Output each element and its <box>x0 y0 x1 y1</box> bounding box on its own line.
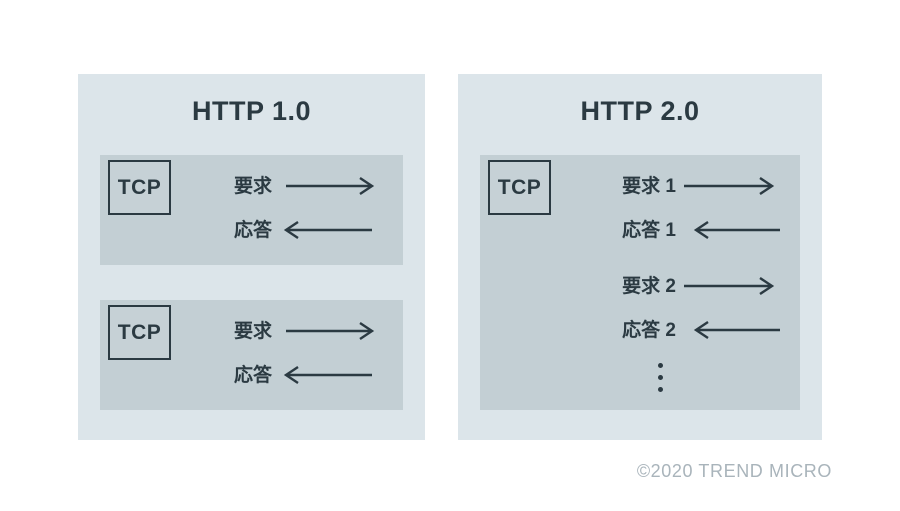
message-label: 応答 2 <box>622 319 676 341</box>
diagram-canvas: HTTP 1.0 TCP 要求 応答 TCP 要求 応答 HTTP 2.0 TC… <box>0 0 900 511</box>
arrow-left-icon <box>283 366 372 384</box>
message-label: 要求 2 <box>622 275 676 297</box>
message-row: 要求 2 <box>580 271 790 301</box>
tcp-box-label: TCP <box>117 321 162 344</box>
tcp-connection-block: TCP 要求 応答 <box>100 300 403 410</box>
arrow-right-icon <box>684 277 775 295</box>
panel-http-1-0: HTTP 1.0 TCP 要求 応答 TCP 要求 応答 <box>78 74 425 440</box>
panel-title-http-1-0: HTTP 1.0 <box>191 96 312 126</box>
message-label: 応答 <box>233 364 272 386</box>
tcp-box-label: TCP <box>117 176 162 199</box>
message-row: 応答 <box>200 215 390 245</box>
arrow-right-icon <box>286 177 375 195</box>
tcp-connection-block: TCP 要求 1 応答 1 要求 2 応答 2 <box>480 155 800 410</box>
message-row: 応答 1 <box>580 215 790 245</box>
arrow-left-icon <box>693 221 780 239</box>
tcp-box: TCP <box>488 160 551 215</box>
message-row: 応答 <box>200 360 390 390</box>
copyright-text: ©2020 TREND MICRO <box>636 461 832 481</box>
arrow-left-icon <box>693 321 780 339</box>
message-row: 要求 <box>200 171 390 201</box>
panel-http-2-0: HTTP 2.0 TCP 要求 1 応答 1 要求 2 応答 2 <box>458 74 822 440</box>
tcp-box-label: TCP <box>497 176 542 199</box>
message-label: 応答 1 <box>622 219 676 241</box>
message-label: 要求 <box>233 175 272 197</box>
arrow-right-icon <box>286 322 375 340</box>
tcp-connection-block: TCP 要求 応答 <box>100 155 403 265</box>
tcp-box: TCP <box>108 160 171 215</box>
message-label: 要求 <box>233 320 272 342</box>
message-row: 要求 <box>200 316 390 346</box>
vertical-ellipsis-icon <box>658 363 663 392</box>
arrow-left-icon <box>283 221 372 239</box>
message-label: 要求 1 <box>622 175 676 197</box>
arrow-right-icon <box>684 177 775 195</box>
tcp-box: TCP <box>108 305 171 360</box>
message-label: 応答 <box>233 219 272 241</box>
panel-title-http-2-0: HTTP 2.0 <box>580 96 700 126</box>
message-row: 応答 2 <box>580 315 790 345</box>
message-row: 要求 1 <box>580 171 790 201</box>
